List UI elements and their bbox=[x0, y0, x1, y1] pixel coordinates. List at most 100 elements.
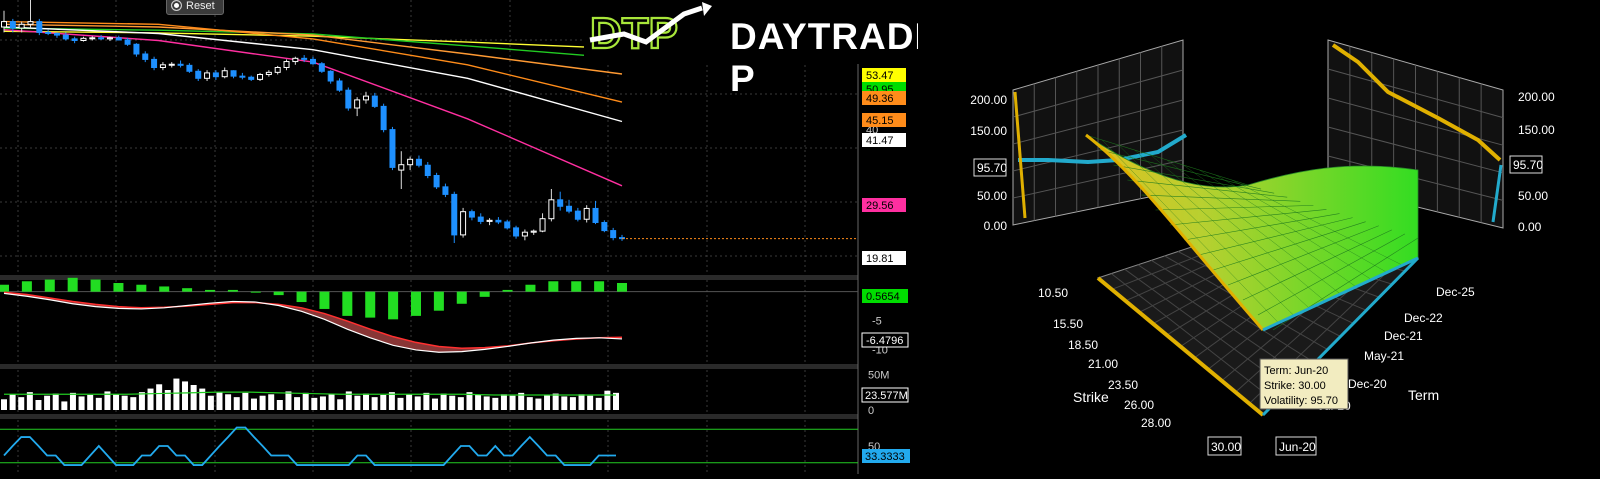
candle-body bbox=[539, 218, 546, 232]
candle-body bbox=[177, 63, 184, 66]
volume-bar bbox=[113, 394, 120, 410]
reset-button[interactable]: Reset bbox=[166, 0, 224, 15]
candle-body bbox=[566, 205, 573, 212]
price-label: 19.81 bbox=[866, 253, 894, 265]
volume-bar bbox=[207, 395, 214, 410]
volume-bar bbox=[319, 396, 326, 410]
candle-body bbox=[98, 37, 105, 40]
panel-separator bbox=[0, 364, 858, 369]
macd-label: 0.5654 bbox=[866, 291, 900, 303]
candle-body bbox=[477, 216, 484, 222]
macd-histogram-bar bbox=[411, 291, 421, 316]
volume-bar bbox=[587, 395, 594, 410]
strike-axis-tick: 10.50 bbox=[1038, 286, 1068, 300]
vol-marker-left: 95.70 bbox=[977, 161, 1007, 175]
volume-bar bbox=[423, 392, 430, 410]
macd-histogram-bar bbox=[617, 283, 627, 292]
candle-body bbox=[239, 75, 246, 78]
strike-axis-tick: 15.50 bbox=[1053, 317, 1083, 331]
candle-body bbox=[283, 61, 290, 69]
volume-bar bbox=[9, 394, 16, 410]
candle-body bbox=[460, 211, 467, 236]
candle-body bbox=[80, 37, 87, 41]
volume-bar bbox=[268, 394, 275, 410]
vol-axis-right-tick: 200.00 bbox=[1518, 90, 1555, 104]
macd-histogram-bar bbox=[113, 283, 124, 292]
macd-histogram-bar bbox=[44, 279, 55, 292]
candle-body bbox=[89, 37, 96, 40]
term-axis-label: Term bbox=[1408, 387, 1439, 403]
candle-body bbox=[36, 21, 43, 33]
candle-body bbox=[221, 70, 228, 78]
candle-body bbox=[336, 80, 343, 91]
candle-body bbox=[610, 230, 617, 239]
candle-body bbox=[513, 227, 520, 237]
candle-body bbox=[380, 105, 387, 131]
candle-body bbox=[442, 186, 449, 195]
volume-bar bbox=[363, 393, 370, 410]
strike-axis-label: Strike bbox=[1073, 389, 1109, 405]
volume-axis-tick: 0 bbox=[868, 405, 874, 417]
macd-histogram-bar bbox=[21, 281, 32, 292]
candle-body bbox=[248, 76, 255, 80]
candle-body bbox=[142, 53, 149, 60]
candle-body bbox=[204, 72, 211, 79]
macd-histogram-bar bbox=[250, 291, 261, 293]
candle-body bbox=[18, 23, 25, 29]
vol-axis-right-tick: 150.00 bbox=[1518, 123, 1555, 137]
macd-line bbox=[3, 292, 623, 353]
macd-histogram-bar bbox=[433, 291, 444, 311]
candle-body bbox=[433, 175, 440, 188]
candle-body bbox=[530, 230, 537, 233]
candle-body bbox=[389, 129, 396, 168]
volume-bar bbox=[182, 381, 189, 410]
volume-bar bbox=[380, 395, 387, 410]
dtp-logo-icon: DTP bbox=[589, 2, 712, 59]
candle-body bbox=[106, 37, 113, 40]
panel-separator bbox=[0, 414, 858, 419]
candle-body bbox=[45, 31, 52, 34]
volume-bar bbox=[250, 398, 257, 410]
macd-histogram-bar bbox=[273, 291, 284, 296]
volume-bar bbox=[552, 393, 559, 410]
volatility-surface-panel: 200.00150.00150.000.0095.70200.00150.009… bbox=[918, 0, 1600, 474]
volume-label: 23.577M bbox=[865, 390, 908, 402]
candle-body bbox=[124, 39, 131, 45]
strike-axis-tick: 21.00 bbox=[1088, 357, 1118, 371]
candle-body bbox=[486, 219, 493, 222]
strike-marker: 30.00 bbox=[1211, 440, 1241, 454]
term-axis-tick: Dec-22 bbox=[1404, 311, 1443, 325]
tooltip-volatility: Volatility: 95.70 bbox=[1264, 395, 1338, 407]
volume-bar bbox=[190, 385, 197, 410]
macd-histogram-bar bbox=[159, 286, 170, 292]
candle-body bbox=[521, 231, 528, 237]
candle-body bbox=[274, 67, 281, 73]
candle-body bbox=[415, 158, 422, 166]
strike-axis-tick: 23.50 bbox=[1108, 378, 1138, 392]
candle-body bbox=[9, 21, 16, 29]
macd-histogram-bar bbox=[456, 291, 467, 304]
reset-icon bbox=[171, 0, 182, 11]
candle-body bbox=[212, 72, 219, 78]
candle-body bbox=[407, 158, 414, 166]
macd-histogram-bar bbox=[205, 289, 215, 292]
volume-bar bbox=[121, 395, 128, 410]
vol-marker-right: 95.70 bbox=[1513, 158, 1543, 172]
candle-body bbox=[133, 43, 140, 55]
macd-histogram-bar bbox=[525, 284, 536, 292]
macd-histogram-bar bbox=[90, 279, 101, 292]
macd-histogram-bar bbox=[594, 281, 605, 292]
macd-histogram-bar bbox=[388, 291, 399, 320]
volume-bar bbox=[147, 388, 154, 410]
volume-bar bbox=[225, 394, 232, 410]
volume-bar bbox=[61, 401, 68, 410]
candle-body bbox=[186, 64, 193, 72]
volume-bar bbox=[87, 395, 94, 410]
volume-bar bbox=[285, 391, 292, 410]
macd-histogram-bar bbox=[319, 291, 330, 309]
term-axis-tick: Dec-20 bbox=[1348, 377, 1387, 391]
volume-bar bbox=[414, 396, 421, 410]
volume-bar bbox=[78, 396, 85, 410]
candle-body bbox=[62, 34, 69, 40]
panel-separator bbox=[0, 275, 858, 280]
